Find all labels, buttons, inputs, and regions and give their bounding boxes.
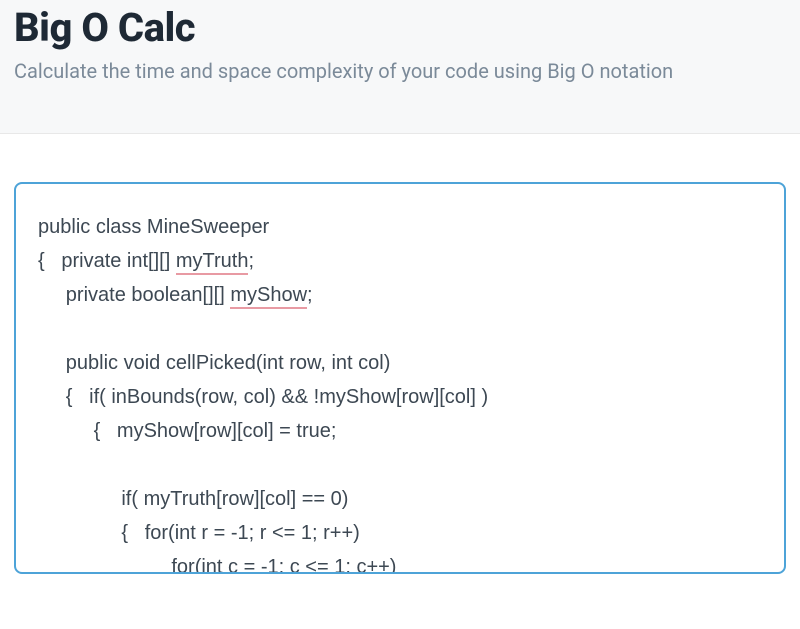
code-line: for(int c = -1; c <= 1; c++) <box>38 556 396 574</box>
code-input[interactable]: public class MineSweeper { private int[]… <box>14 182 786 574</box>
code-line: public class MineSweeper <box>38 216 269 238</box>
code-line: { private int[][] <box>38 250 176 272</box>
code-line: ; <box>248 250 254 272</box>
code-line: ; <box>307 284 313 306</box>
spell-underline: myShow <box>230 284 307 309</box>
code-line: private boolean[][] <box>38 284 230 306</box>
spell-underline: myTruth <box>176 250 249 275</box>
code-line: { myShow[row][col] = true; <box>38 420 336 442</box>
main-content: public class MineSweeper { private int[]… <box>0 134 800 574</box>
code-text[interactable]: public class MineSweeper { private int[]… <box>38 210 762 574</box>
code-line: public void cellPicked(int row, int col) <box>38 352 390 374</box>
code-line: { if( inBounds(row, col) && !myShow[row]… <box>38 386 488 408</box>
code-line: if( myTruth[row][col] == 0) <box>38 488 348 510</box>
code-line: { for(int r = -1; r <= 1; r++) <box>38 522 360 544</box>
page-subtitle: Calculate the time and space complexity … <box>14 59 786 83</box>
page-title: Big O Calc <box>14 4 786 51</box>
page-header: Big O Calc Calculate the time and space … <box>0 0 800 134</box>
